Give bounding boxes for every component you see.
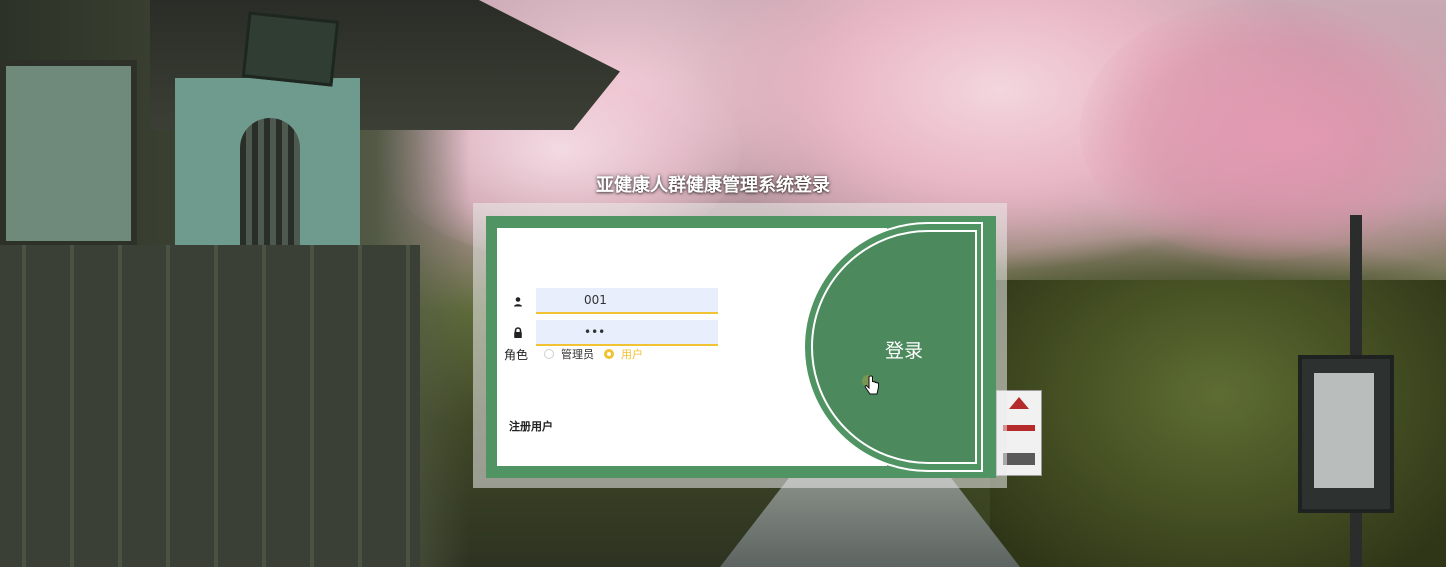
- register-link[interactable]: 注册用户: [509, 418, 553, 434]
- page-title: 亚健康人群健康管理系统登录: [596, 175, 830, 196]
- login-frame: 角色 管理员 用户 注册用户 登录: [473, 203, 1007, 488]
- lock-icon: [514, 327, 522, 338]
- role-option-user[interactable]: 用户: [604, 346, 643, 362]
- login-page: 亚健康人群健康管理系统登录 001 ••• 角色 管理员 用户 注册用户 登录: [0, 0, 1446, 567]
- background-shrine-panel: [0, 60, 137, 247]
- password-input[interactable]: [536, 320, 718, 346]
- role-label: 角色: [504, 347, 529, 362]
- role-option-label: 用户: [621, 348, 644, 361]
- radio-circle-icon[interactable]: [544, 349, 555, 359]
- login-frame-inner: 角色 管理员 用户 注册用户 登录: [486, 216, 996, 478]
- user-icon: [514, 297, 522, 307]
- hand-cursor-icon: [862, 375, 879, 395]
- background-notice-board: [1298, 355, 1394, 513]
- background-shrine-sign: [241, 11, 340, 87]
- background-blossom: [1080, 0, 1446, 260]
- radio-circle-checked-icon[interactable]: [604, 349, 615, 359]
- login-button-area: 登录: [791, 216, 996, 478]
- role-selector: 角色 管理员 用户: [504, 345, 653, 363]
- login-button-label: 登录: [885, 340, 924, 362]
- background-shrine-window: [240, 118, 300, 258]
- username-input[interactable]: [536, 288, 718, 314]
- background-shrine-lower: [0, 245, 420, 567]
- role-option-label: 管理员: [561, 348, 595, 361]
- role-option-admin[interactable]: 管理员: [544, 346, 594, 362]
